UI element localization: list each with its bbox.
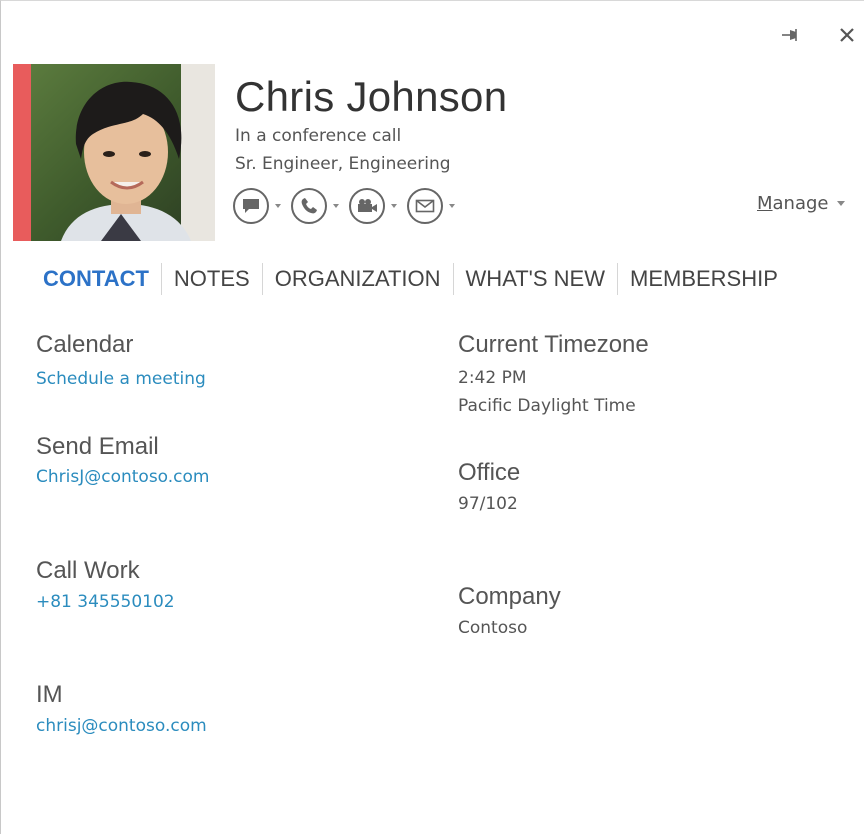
contact-name: Chris Johnson bbox=[235, 73, 508, 120]
email-icon bbox=[407, 188, 443, 224]
contact-card: Chris Johnson In a conference call Sr. E… bbox=[0, 0, 864, 834]
chat-bubble-icon bbox=[233, 188, 269, 224]
timezone-name: Pacific Daylight Time bbox=[458, 396, 636, 416]
calendar-label: Calendar bbox=[36, 331, 134, 358]
tab-membership[interactable]: MEMBERSHIP bbox=[618, 266, 790, 292]
email-button[interactable] bbox=[407, 188, 455, 224]
job-title: Sr. Engineer, Engineering bbox=[235, 154, 451, 174]
tab-organization[interactable]: ORGANIZATION bbox=[263, 266, 453, 292]
call-work-label: Call Work bbox=[36, 557, 140, 584]
office-value: 97/102 bbox=[458, 494, 518, 514]
send-email-label: Send Email bbox=[36, 433, 159, 460]
presence-status: In a conference call bbox=[235, 126, 402, 146]
office-label: Office bbox=[458, 459, 521, 486]
chevron-down-icon bbox=[836, 201, 845, 206]
contact-actions bbox=[233, 186, 465, 226]
avatar[interactable] bbox=[31, 64, 215, 241]
chevron-down-icon[interactable] bbox=[275, 204, 281, 208]
pin-icon[interactable] bbox=[779, 23, 803, 47]
chevron-down-icon[interactable] bbox=[391, 204, 397, 208]
call-button[interactable] bbox=[291, 188, 339, 224]
local-time: 2:42 PM bbox=[458, 368, 527, 388]
email-link[interactable]: ChrisJ@contoso.com bbox=[36, 467, 210, 487]
phone-icon bbox=[291, 188, 327, 224]
im-button[interactable] bbox=[233, 188, 281, 224]
video-camera-icon bbox=[349, 188, 385, 224]
tab-whats-new[interactable]: WHAT'S NEW bbox=[454, 266, 617, 292]
chevron-down-icon[interactable] bbox=[449, 204, 455, 208]
tab-notes[interactable]: NOTES bbox=[162, 266, 262, 292]
schedule-meeting-link[interactable]: Schedule a meeting bbox=[36, 369, 206, 389]
im-address-link[interactable]: chrisj@contoso.com bbox=[36, 716, 207, 736]
manage-label: Manage bbox=[757, 193, 829, 214]
manage-menu[interactable]: Manage bbox=[757, 193, 845, 214]
manage-accelerator: M bbox=[757, 193, 773, 214]
tab-bar: CONTACT NOTES ORGANIZATION WHAT'S NEW ME… bbox=[33, 259, 790, 299]
work-phone-link[interactable]: +81 345550102 bbox=[36, 592, 175, 612]
close-icon[interactable] bbox=[835, 23, 859, 47]
company-value: Contoso bbox=[458, 618, 528, 638]
timezone-label: Current Timezone bbox=[458, 331, 649, 358]
presence-indicator bbox=[13, 64, 31, 241]
chevron-down-icon[interactable] bbox=[333, 204, 339, 208]
manage-label-rest: anage bbox=[772, 193, 829, 214]
tab-contact[interactable]: CONTACT bbox=[33, 266, 161, 292]
company-label: Company bbox=[458, 583, 561, 610]
video-button[interactable] bbox=[349, 188, 397, 224]
im-label: IM bbox=[36, 681, 63, 708]
